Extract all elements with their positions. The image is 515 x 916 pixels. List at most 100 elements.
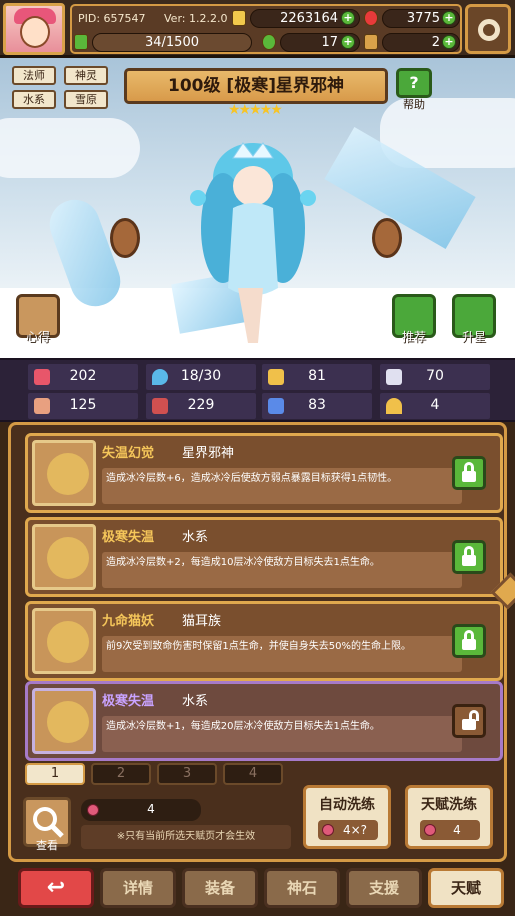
stat-value: 83 (308, 397, 326, 413)
talent-card[interactable]: 极寒失温 水系 造成冰冷层数+2，每造成10层冰冷使敌方目标失去1点生命。 (25, 517, 503, 597)
gem-icon (364, 10, 378, 26)
top-bar: PID: 657547 Ver: 1.2.2.0 2263164 + 3775 … (0, 0, 515, 58)
stats-panel: 202 18/30 81 70 125 229 83 4 (0, 358, 515, 422)
hero-title: 100级 [极寒]星界邪神 (124, 68, 388, 104)
cat-icon (47, 621, 89, 663)
stat-magic: 229 (146, 393, 256, 419)
hero-scene: 法师 神灵 水系 雪原 100级 [极寒]星界邪神 ★★★★★ ? 帮助 心得 … (0, 58, 515, 358)
page-tab-4[interactable]: 4 (223, 763, 283, 785)
nav-godstone[interactable]: 神石 (264, 868, 340, 908)
stat-speed: 70 (380, 364, 490, 390)
add-clover-button[interactable]: + (341, 35, 355, 49)
stat-value: 81 (308, 368, 326, 384)
avatar-face (20, 16, 50, 48)
stat-level: 83 (262, 393, 372, 419)
settings-button[interactable] (465, 4, 511, 54)
auto-wash-button[interactable]: 自动洗练 4×? (303, 785, 391, 849)
insight-label: 心得 (25, 330, 50, 344)
lock-button[interactable] (452, 624, 486, 658)
page-tab-3[interactable]: 3 (157, 763, 217, 785)
clover-icon (262, 34, 276, 50)
talent-icon-box (32, 440, 96, 506)
tag-water: 水系 (12, 90, 56, 109)
talent-card[interactable]: 失温幻觉 星界邪神 造成冰冷层数+6，造成冰冷后使敌方弱点暴露目标获得1点韧性。 (25, 433, 503, 513)
stat-value: 70 (426, 368, 444, 384)
flame-icon (47, 537, 89, 579)
talent-wash-cost-value: 4 (453, 823, 461, 837)
hero-character (190, 142, 316, 343)
rune-stone-left-icon (110, 218, 140, 258)
stat-value: 202 (69, 368, 97, 384)
stat-attack: 125 (28, 393, 138, 419)
page-tab-1[interactable]: 1 (25, 763, 85, 785)
recommend-label: 推荐 (401, 330, 426, 344)
lock-button[interactable] (452, 540, 486, 574)
lock-body (462, 471, 476, 482)
talent-icon-box (32, 688, 96, 754)
stat-hp: 202 (28, 364, 138, 390)
hero-stars: ★★★★★ (228, 102, 283, 118)
talent-name: 失温幻觉 (102, 446, 155, 461)
lock-body (462, 555, 476, 566)
talent-panel: 失温幻觉 星界邪神 造成冰冷层数+6，造成冰冷后使敌方弱点暴露目标获得1点韧性。… (8, 422, 515, 862)
talent-wash-button[interactable]: 天赋洗练 4 (405, 785, 493, 849)
talent-card-selected[interactable]: 极寒失温 水系 造成冰冷层数+1，每造成20层冰冷使敌方目标失去1点生命。 (25, 681, 503, 761)
key-value: 2 (431, 35, 440, 50)
bottom-nav: ↩ 详情 装备 神石 支援 天赋 (0, 862, 515, 916)
stat-mana: 18/30 (146, 364, 256, 390)
nav-details[interactable]: 详情 (100, 868, 176, 908)
active-page-note: ※只有当前所选天赋页才会生效 (81, 825, 291, 849)
back-button[interactable]: ↩ (18, 868, 94, 908)
talent-card[interactable]: 九命猫妖 猫耳族 前9次受到致命伤害时保留1点生命，并使自身失去50%的生命上限… (25, 601, 503, 681)
page-tab-2[interactable]: 2 (91, 763, 151, 785)
talent-name: 九命猫妖 (102, 614, 155, 629)
talent-source: 猫耳族 (182, 614, 222, 629)
nav-talent[interactable]: 天赋 (428, 868, 504, 908)
gear-icon (478, 19, 500, 41)
version-label: Ver: 1.2.2.0 (164, 12, 228, 25)
add-key-button[interactable]: + (442, 35, 456, 49)
resource-bar: 4 (81, 799, 201, 821)
stat-luck: 4 (380, 393, 490, 419)
gold-coin-icon (232, 10, 246, 26)
player-avatar[interactable] (3, 3, 65, 55)
nav-support[interactable]: 支援 (346, 868, 422, 908)
gold-value: 2263164 (280, 11, 338, 26)
talent-source: 水系 (182, 694, 209, 709)
help-label: 帮助 (403, 98, 425, 111)
cloud (0, 118, 140, 178)
energy-icon (74, 34, 88, 50)
auto-wash-label: 自动洗练 (319, 797, 375, 813)
auto-wash-cost: 4×? (318, 820, 378, 840)
upgrade-star-label: 升星 (461, 330, 486, 344)
unlock-button[interactable] (452, 704, 486, 738)
stat-defense: 81 (262, 364, 372, 390)
clover-value: 17 (321, 35, 338, 50)
nav-equipment[interactable]: 装备 (182, 868, 258, 908)
talent-source: 星界邪神 (182, 446, 235, 461)
auto-wash-cost-value: 4×? (342, 823, 368, 837)
resource-count: 4 (147, 802, 155, 816)
lock-button[interactable] (452, 456, 486, 490)
flame-icon (47, 701, 89, 743)
stat-value: 4 (430, 397, 440, 413)
magnifier-icon (33, 807, 64, 838)
add-gem-button[interactable]: + (442, 11, 456, 25)
energy-value: 34/1500 (144, 35, 199, 50)
talent-name: 极寒失温 (102, 530, 155, 545)
player-id: PID: 657547 (78, 12, 146, 25)
stat-value: 229 (187, 397, 215, 413)
talent-name: 极寒失温 (102, 694, 155, 709)
stat-value: 125 (69, 397, 97, 413)
talent-description: 造成冰冷层数+1，每造成20层冰冷使敌方目标失去1点生命。 (102, 716, 462, 752)
rune-stone-right-icon (372, 218, 402, 258)
key-icon (364, 34, 378, 50)
star-icon (47, 453, 89, 495)
talent-source: 水系 (182, 530, 209, 545)
add-gold-button[interactable]: + (341, 11, 355, 25)
berry-icon (322, 824, 334, 836)
talent-description: 前9次受到致命伤害时保留1点生命，并使自身失去50%的生命上限。 (102, 636, 462, 672)
help-button[interactable]: ? (396, 68, 432, 98)
gem-value: 3775 (406, 11, 440, 26)
lock-body (462, 719, 476, 730)
